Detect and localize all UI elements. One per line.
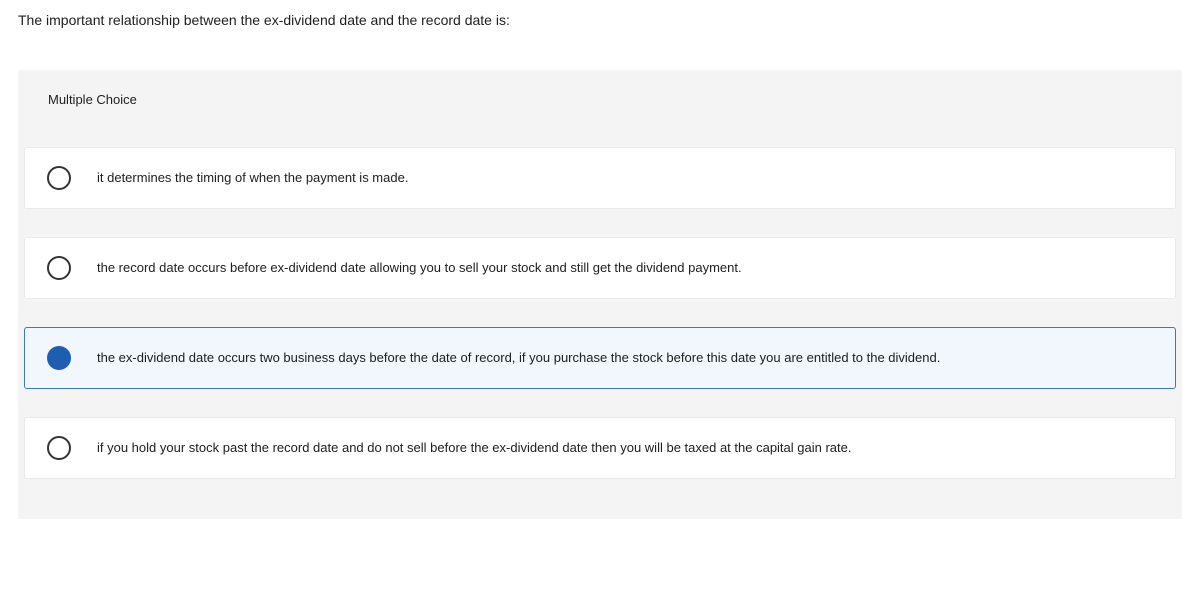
- radio-icon: [47, 256, 71, 280]
- option-text: the ex-dividend date occurs two business…: [97, 349, 940, 367]
- option-1[interactable]: the record date occurs before ex-dividen…: [24, 237, 1176, 299]
- radio-icon: [47, 436, 71, 460]
- option-text: the record date occurs before ex-dividen…: [97, 259, 742, 277]
- option-0[interactable]: it determines the timing of when the pay…: [24, 147, 1176, 209]
- radio-icon: [47, 346, 71, 370]
- option-2[interactable]: the ex-dividend date occurs two business…: [24, 327, 1176, 389]
- options-list: it determines the timing of when the pay…: [18, 147, 1182, 479]
- section-label: Multiple Choice: [18, 70, 1182, 147]
- option-3[interactable]: if you hold your stock past the record d…: [24, 417, 1176, 479]
- question-text: The important relationship between the e…: [0, 0, 1200, 40]
- radio-icon: [47, 166, 71, 190]
- multiple-choice-panel: Multiple Choice it determines the timing…: [18, 70, 1182, 519]
- option-text: if you hold your stock past the record d…: [97, 439, 851, 457]
- option-text: it determines the timing of when the pay…: [97, 169, 408, 187]
